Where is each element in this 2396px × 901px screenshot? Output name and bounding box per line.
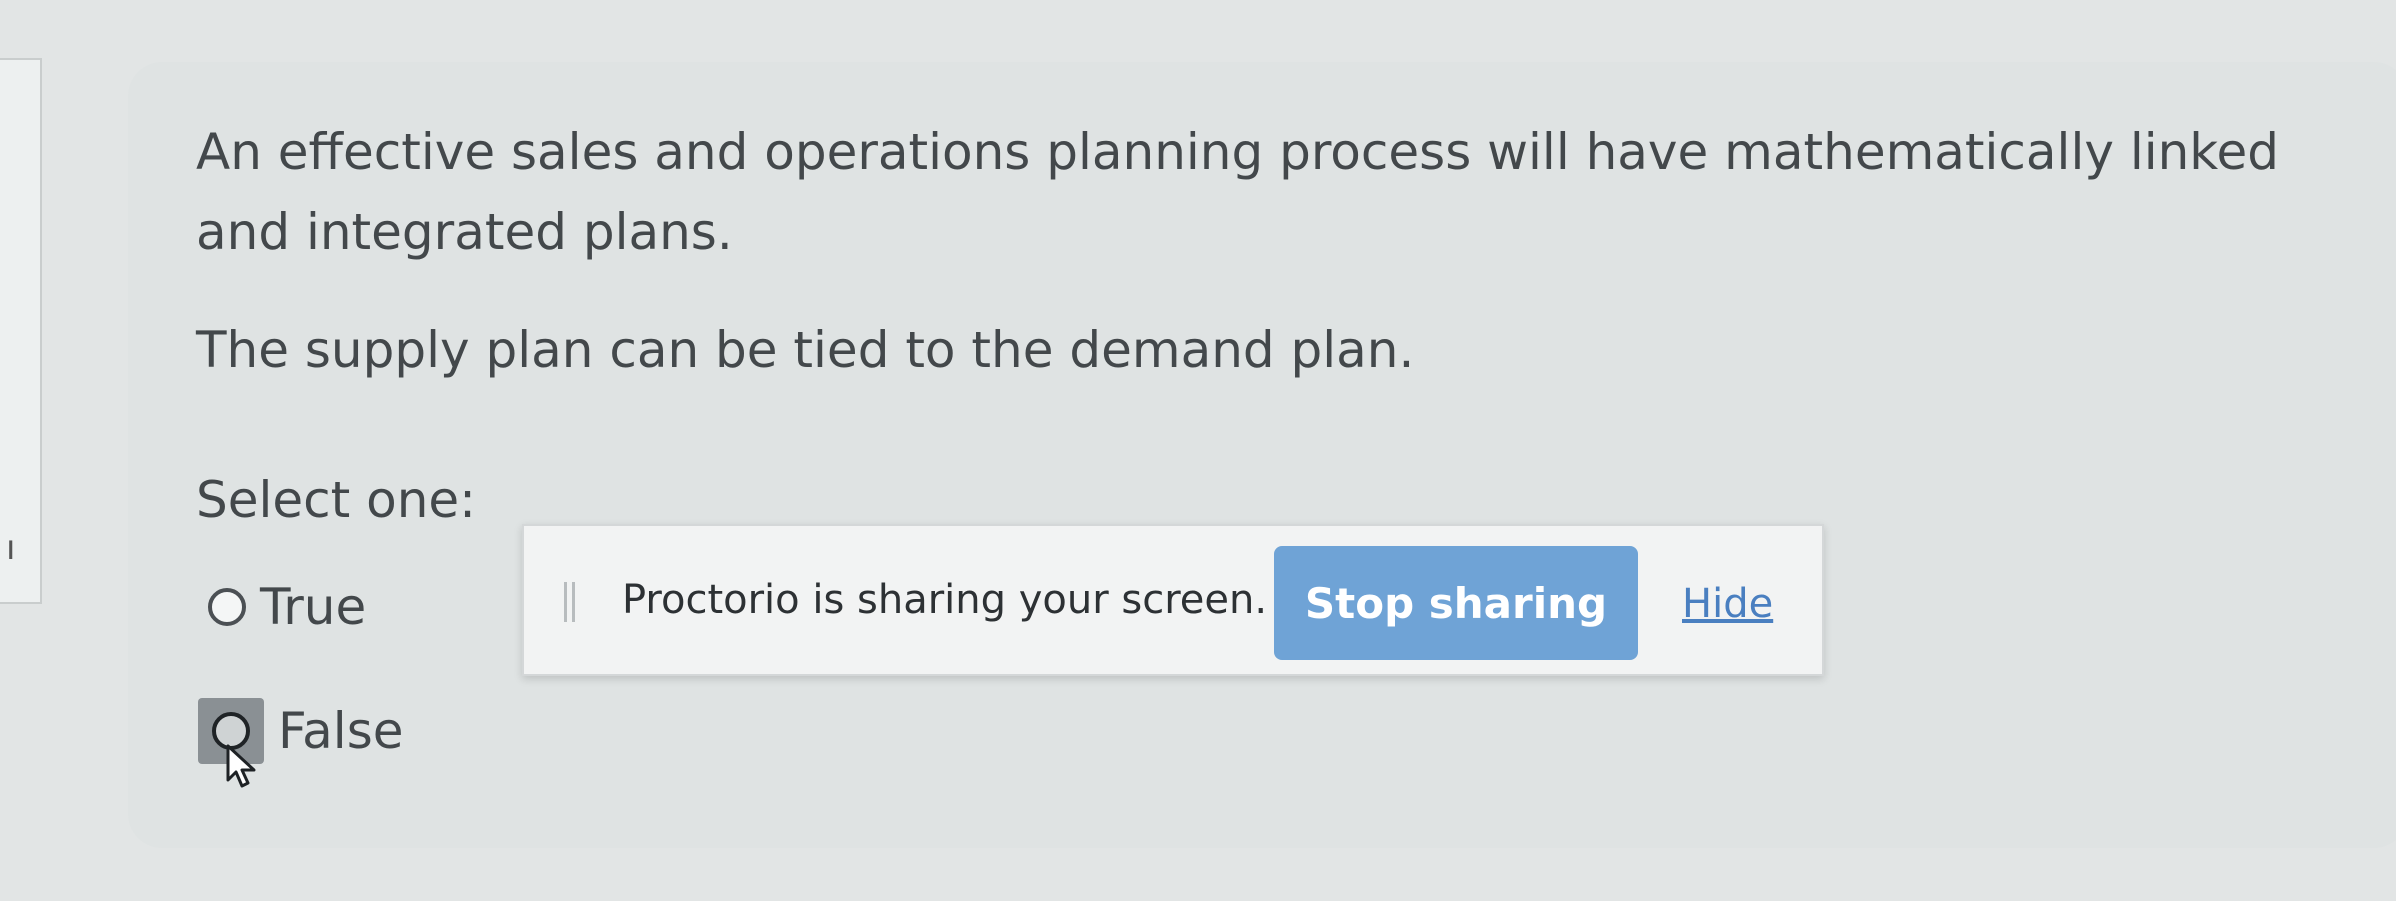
- drag-handle-icon[interactable]: [564, 582, 578, 622]
- hide-link[interactable]: Hide: [1682, 576, 1773, 632]
- left-panel-glyph: ı: [6, 528, 16, 568]
- option-true-label: True: [260, 578, 367, 636]
- share-message: Proctorio is sharing your screen.: [622, 577, 1268, 623]
- question-subtext: The supply plan can be tied to the deman…: [196, 321, 1415, 379]
- screen-share-bar: Proctorio is sharing your screen. Stop s…: [522, 524, 1824, 676]
- left-side-panel: [0, 58, 42, 604]
- stop-sharing-button[interactable]: Stop sharing: [1274, 546, 1638, 660]
- mouse-pointer-icon: [226, 744, 256, 788]
- option-true[interactable]: True: [208, 578, 366, 636]
- question-text: An effective sales and operations planni…: [196, 123, 2279, 261]
- page: ı An effective sales and operations plan…: [0, 0, 2396, 901]
- select-one-label: Select one:: [196, 471, 477, 529]
- option-false-label: False: [278, 702, 404, 760]
- radio-true[interactable]: [208, 588, 246, 626]
